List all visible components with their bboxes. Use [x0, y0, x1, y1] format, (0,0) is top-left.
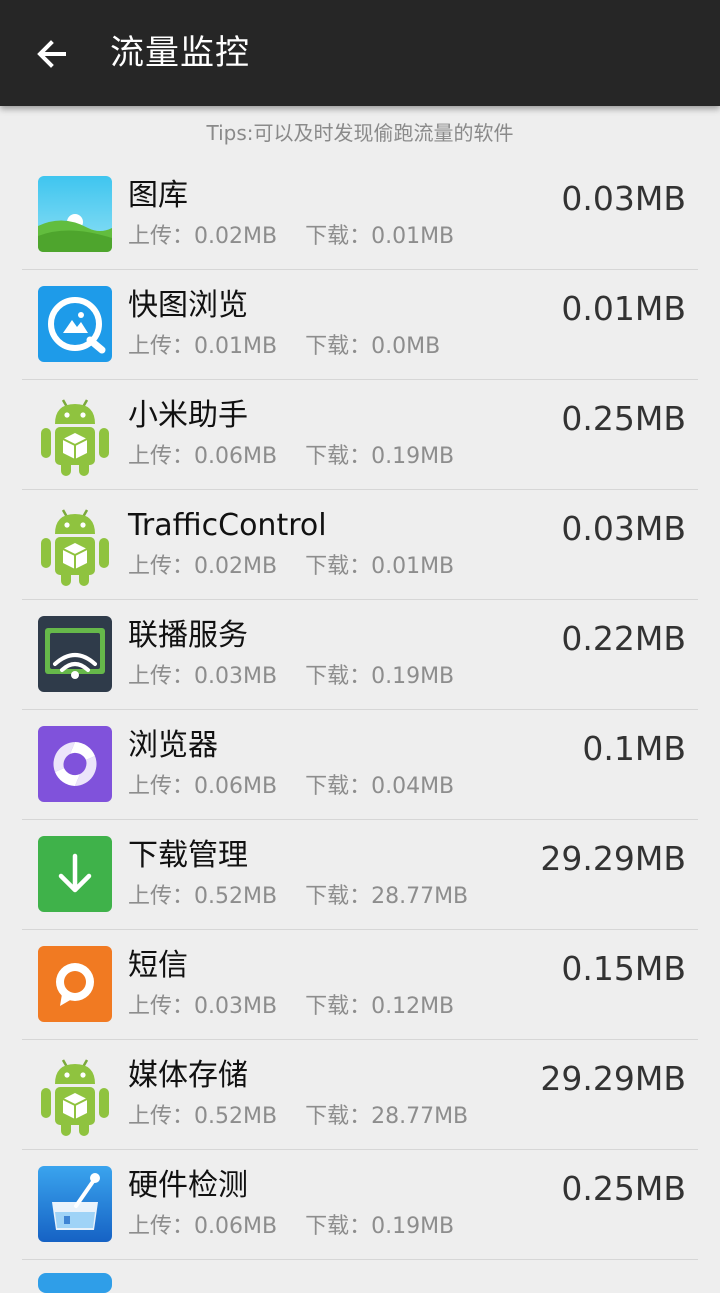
app-name: 下载管理 — [128, 838, 248, 873]
android-icon — [38, 396, 112, 476]
app-bar: 流量监控 — [0, 0, 720, 106]
app-name: TrafficControl — [128, 508, 327, 543]
download-value: 28.77MB — [371, 1104, 469, 1129]
total-traffic: 0.22MB — [561, 619, 686, 658]
download-label: 下载： — [305, 444, 372, 469]
download-label: 下载： — [305, 1214, 372, 1239]
android-icon — [38, 506, 112, 586]
download-value: 0.04MB — [371, 774, 455, 799]
download-value: 0.01MB — [371, 554, 455, 579]
upload-label: 上传： — [128, 664, 195, 689]
total-traffic: 0.15MB — [561, 949, 686, 988]
browser-icon — [38, 726, 112, 802]
total-traffic: 0.03MB — [561, 509, 686, 548]
upload-value: 0.03MB — [194, 664, 278, 689]
app-name: 硬件检测 — [128, 1168, 248, 1203]
total-traffic: 0.25MB — [561, 1169, 686, 1208]
app-name: 媒体存储 — [128, 1058, 248, 1093]
list-item[interactable]: 硬件检测 上传：0.06MB 下载：0.19MB 0.25MB — [22, 1150, 698, 1260]
list-item[interactable]: 浏览器 上传：0.06MB 下载：0.04MB 0.1MB — [22, 710, 698, 820]
upload-label: 上传： — [128, 1214, 195, 1239]
traffic-stats: 上传：0.02MB 下载：0.01MB — [128, 222, 454, 252]
app-name: 快图浏览 — [128, 288, 248, 323]
traffic-stats: 上传：0.52MB 下载：28.77MB — [128, 1102, 468, 1132]
list-item[interactable]: 下载管理 上传：0.52MB 下载：28.77MB 29.29MB — [22, 820, 698, 930]
download-value: 0.19MB — [371, 664, 455, 689]
app-traffic-list: 图库 上传：0.02MB 下载：0.01MB 0.03MB 快图浏览 上传：0.0… — [22, 160, 698, 1260]
cast-icon — [38, 616, 112, 692]
download-label: 下载： — [305, 554, 372, 579]
app-name: 图库 — [128, 178, 188, 213]
total-traffic: 0.25MB — [561, 399, 686, 438]
list-item[interactable]: TrafficControl 上传：0.02MB 下载：0.01MB 0.03MB — [22, 490, 698, 600]
list-item[interactable]: 图库 上传：0.02MB 下载：0.01MB 0.03MB — [22, 160, 698, 270]
download-icon — [38, 836, 112, 912]
upload-label: 上传： — [128, 994, 195, 1019]
download-label: 下载： — [305, 334, 372, 359]
android-icon — [38, 1056, 112, 1136]
upload-label: 上传： — [128, 224, 195, 249]
total-traffic: 29.29MB — [540, 1059, 686, 1098]
traffic-stats: 上传：0.02MB 下载：0.01MB — [128, 552, 454, 582]
traffic-stats: 上传：0.52MB 下载：28.77MB — [128, 882, 468, 912]
download-label: 下载： — [305, 774, 372, 799]
upload-value: 0.01MB — [194, 334, 278, 359]
upload-value: 0.02MB — [194, 224, 278, 249]
arrow-left-icon — [37, 40, 66, 68]
upload-label: 上传： — [128, 884, 195, 909]
download-label: 下载： — [305, 1104, 372, 1129]
upload-label: 上传： — [128, 554, 195, 579]
upload-label: 上传： — [128, 1104, 195, 1129]
download-label: 下载： — [305, 884, 372, 909]
upload-label: 上传： — [128, 334, 195, 359]
upload-value: 0.52MB — [194, 1104, 278, 1129]
upload-value: 0.03MB — [194, 994, 278, 1019]
download-value: 0.12MB — [371, 994, 455, 1019]
quickpic-icon — [38, 286, 112, 362]
app-name: 浏览器 — [128, 728, 218, 763]
list-item[interactable]: 小米助手 上传：0.06MB 下载：0.19MB 0.25MB — [22, 380, 698, 490]
total-traffic: 29.29MB — [540, 839, 686, 878]
download-value: 0.19MB — [371, 1214, 455, 1239]
total-traffic: 0.01MB — [561, 289, 686, 328]
download-value: 28.77MB — [371, 884, 469, 909]
upload-value: 0.02MB — [194, 554, 278, 579]
traffic-stats: 上传：0.06MB 下载：0.04MB — [128, 772, 454, 802]
app-name: 小米助手 — [128, 398, 248, 433]
upload-value: 0.06MB — [194, 774, 278, 799]
upload-value: 0.06MB — [194, 1214, 278, 1239]
app-name: 联播服务 — [128, 618, 248, 653]
download-value: 0.01MB — [371, 224, 455, 249]
app-name: 短信 — [128, 948, 188, 983]
total-traffic: 0.03MB — [561, 179, 686, 218]
download-label: 下载： — [305, 994, 372, 1019]
traffic-stats: 上传：0.06MB 下载：0.19MB — [128, 1212, 454, 1242]
message-icon — [38, 946, 112, 1022]
upload-label: 上传： — [128, 774, 195, 799]
back-button[interactable] — [22, 24, 82, 84]
download-label: 下载： — [305, 224, 372, 249]
partial-app-icon — [38, 1273, 112, 1293]
list-item[interactable]: 短信 上传：0.03MB 下载：0.12MB 0.15MB — [22, 930, 698, 1040]
total-traffic: 0.1MB — [582, 729, 686, 768]
traffic-stats: 上传：0.06MB 下载：0.19MB — [128, 442, 454, 472]
upload-value: 0.06MB — [194, 444, 278, 469]
traffic-stats: 上传：0.01MB 下载：0.0MB — [128, 332, 440, 362]
traffic-stats: 上传：0.03MB 下载：0.12MB — [128, 992, 454, 1022]
upload-label: 上传： — [128, 444, 195, 469]
hardware-test-icon — [38, 1166, 112, 1242]
download-value: 0.0MB — [371, 334, 441, 359]
traffic-stats: 上传：0.03MB 下载：0.19MB — [128, 662, 454, 692]
download-value: 0.19MB — [371, 444, 455, 469]
page-title: 流量监控 — [110, 33, 250, 73]
download-label: 下载： — [305, 664, 372, 689]
list-item[interactable]: 媒体存储 上传：0.52MB 下载：28.77MB 29.29MB — [22, 1040, 698, 1150]
tips-text: Tips:可以及时发现偷跑流量的软件 — [206, 121, 514, 145]
upload-value: 0.52MB — [194, 884, 278, 909]
list-item[interactable]: 联播服务 上传：0.03MB 下载：0.19MB 0.22MB — [22, 600, 698, 710]
list-item[interactable]: 快图浏览 上传：0.01MB 下载：0.0MB 0.01MB — [22, 270, 698, 380]
gallery-icon — [38, 176, 112, 252]
